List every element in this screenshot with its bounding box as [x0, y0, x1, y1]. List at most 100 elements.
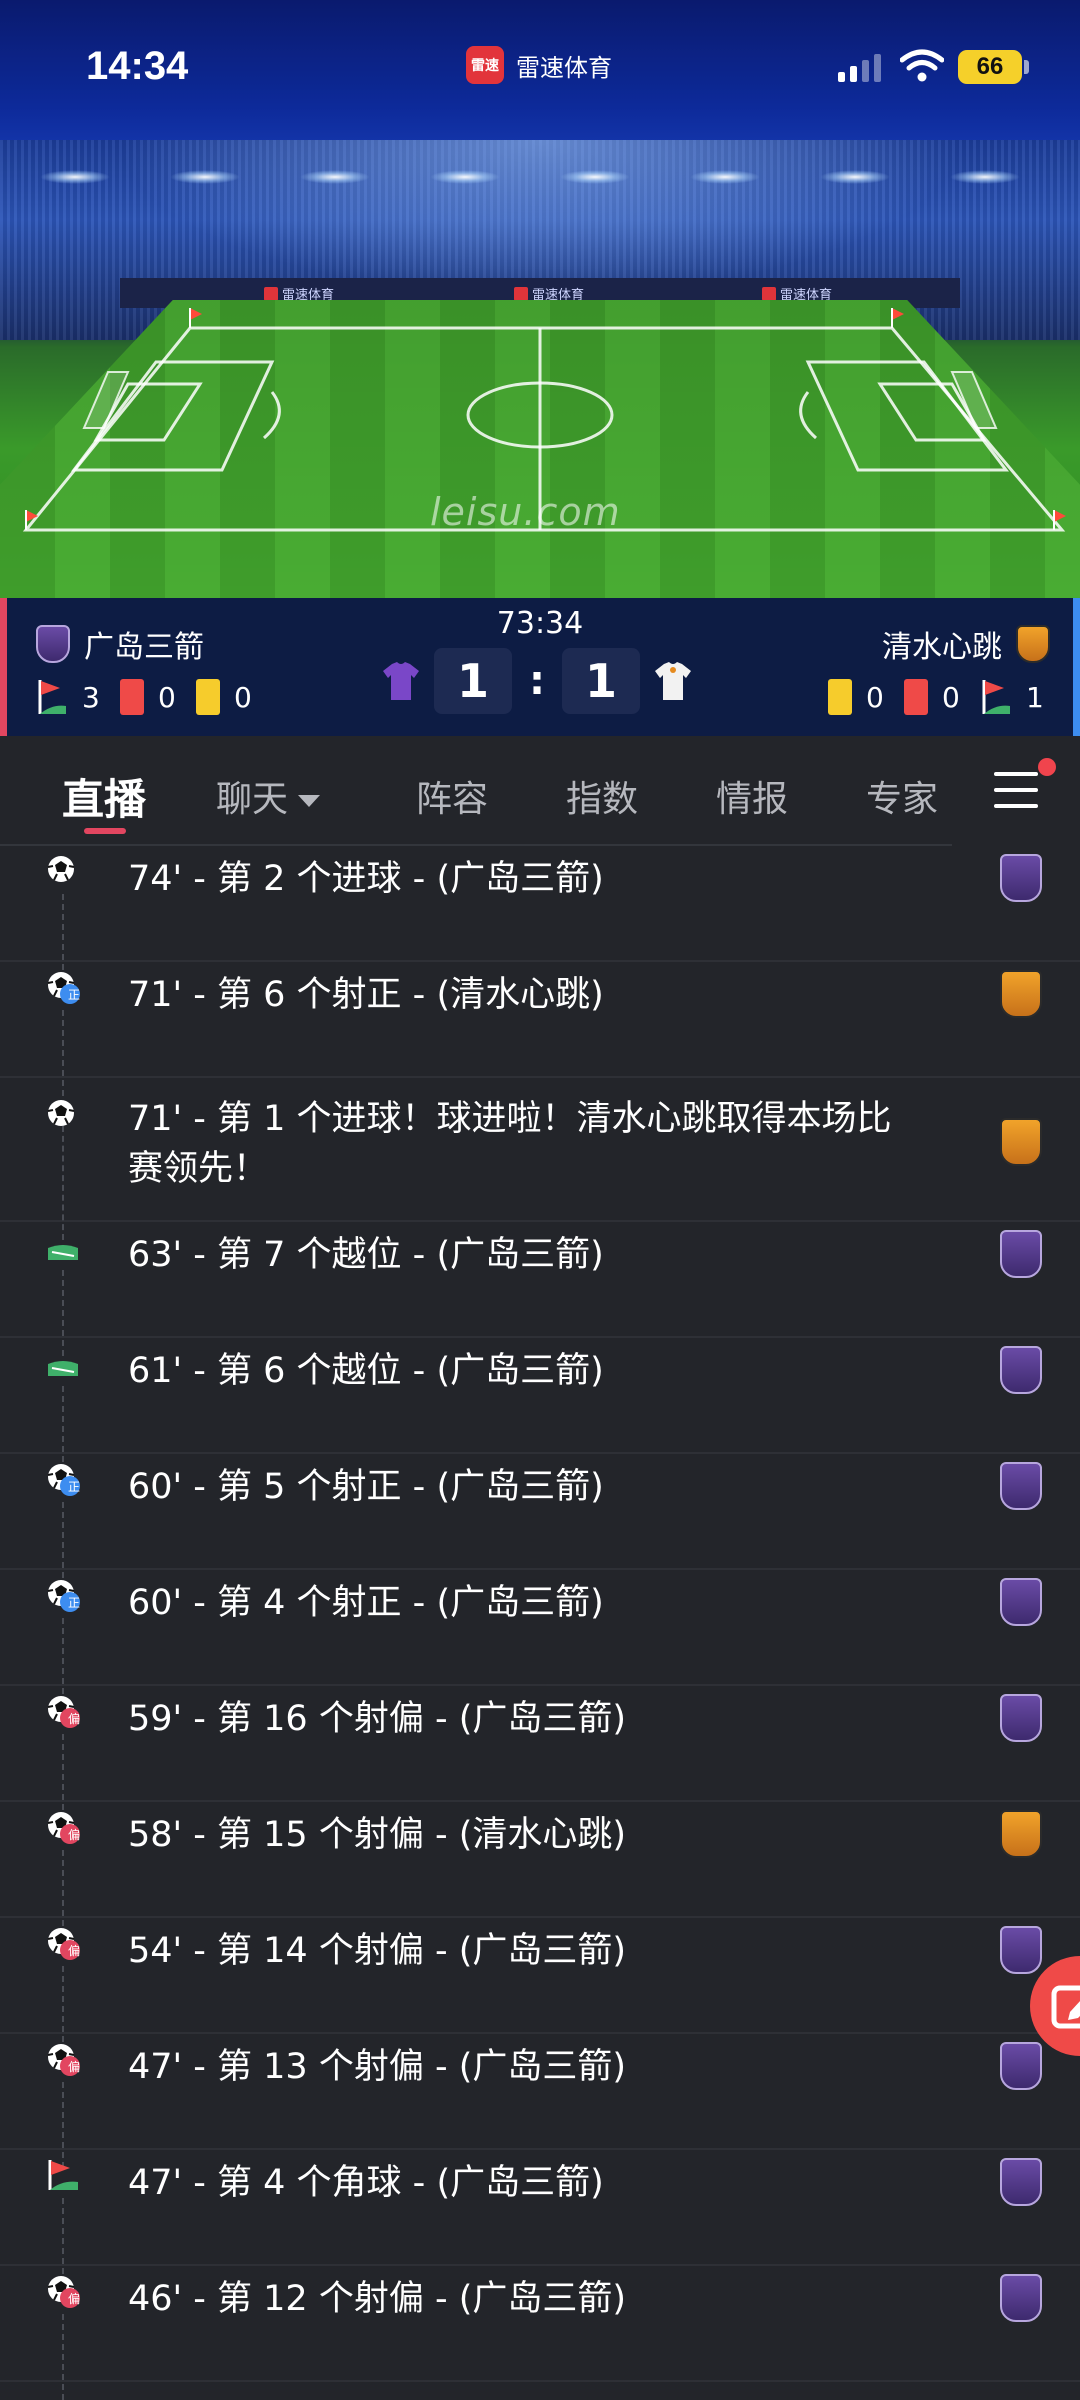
tab-intel[interactable]: 情报 [716, 770, 788, 822]
pencil-icon [1051, 1985, 1080, 2029]
event-text: 58' - 第 15 个射偏 - (清水心跳) [128, 1815, 627, 1855]
event-text: 59' - 第 16 个射偏 - (广岛三箭) [128, 1699, 627, 1739]
home-crest-icon [1000, 1694, 1042, 1742]
event-text: 47' - 第 4 个角球 - (广岛三箭) [128, 2163, 604, 2203]
event-row[interactable]: 正 71' - 第 6 个射正 - (清水心跳) [0, 962, 1080, 1096]
away-yellow-cards: 0 [866, 680, 884, 714]
away-team[interactable]: 清水心跳 [882, 622, 1050, 666]
yellow-card-icon [828, 679, 852, 715]
event-text: 46' - 第 12 个射偏 - (广岛三箭) [128, 2279, 627, 2319]
home-crest-icon [36, 625, 70, 663]
yellow-card-icon [196, 679, 220, 715]
event-badge: 偏 [67, 1944, 80, 1958]
event-badge: 偏 [67, 2292, 80, 2306]
event-row[interactable]: 61' - 第 6 个越位 - (广岛三箭) [0, 1338, 1080, 1472]
event-row[interactable]: 偏 59' - 第 16 个射偏 - (广岛三箭) [0, 1686, 1080, 1820]
event-text: 47' - 第 13 个射偏 - (广岛三箭) [128, 2047, 627, 2087]
event-text: 54' - 第 14 个射偏 - (广岛三箭) [128, 1931, 627, 1971]
event-row[interactable]: 47' - 第 4 个角球 - (广岛三箭) [0, 2150, 1080, 2284]
battery-icon: 66 [958, 50, 1022, 84]
away-stats: 0 0 1 [828, 678, 1050, 716]
app-name: 雷速体育 [516, 53, 612, 82]
event-text: 71' - 第 6 个射正 - (清水心跳) [128, 975, 604, 1015]
away-crest-icon [1000, 1118, 1042, 1166]
offside-icon [48, 1361, 78, 1376]
home-crest-icon [1000, 1578, 1042, 1626]
tab-lineup[interactable]: 阵容 [416, 770, 488, 822]
football-icon [47, 856, 75, 882]
notification-dot [1038, 758, 1056, 776]
tab-chat[interactable]: 聊天 [216, 770, 321, 822]
away-crest-icon [1016, 625, 1050, 663]
red-card-icon [120, 679, 144, 715]
home-crest-icon [1000, 2042, 1042, 2090]
pitch-lines [22, 308, 1066, 532]
event-badge: 偏 [67, 2060, 80, 2074]
event-row[interactable]: 71' - 第 1 个进球！球进啦！清水心跳取得本场比 赛领先！ [0, 1078, 1080, 1240]
app-logo: 雷速 [466, 46, 504, 84]
event-badge: 正 [67, 1480, 80, 1494]
home-red-cards: 0 [158, 680, 176, 714]
wifi-icon [900, 49, 944, 82]
away-crest-icon [1000, 1810, 1042, 1858]
event-text: 61' - 第 6 个越位 - (广岛三箭) [128, 1351, 604, 1391]
event-row[interactable]: 偏 54' - 第 14 个射偏 - (广岛三箭) [0, 1918, 1080, 2052]
away-crest-icon [1000, 970, 1042, 1018]
home-stats: 3 0 0 [36, 678, 258, 716]
status-time: 14:34 [86, 44, 189, 88]
score-separator: : [529, 658, 545, 704]
away-red-cards: 0 [942, 680, 960, 714]
active-tab-indicator [84, 828, 126, 834]
corner-flag-icon [38, 680, 66, 714]
event-text: 74' - 第 2 个进球 - (广岛三箭) [128, 859, 604, 899]
home-yellow-cards: 0 [234, 680, 252, 714]
home-crest-icon [1000, 1926, 1042, 1974]
tab-live[interactable]: 直播 [62, 766, 146, 827]
watermark: leisu.com [430, 490, 621, 534]
corner-flag-icon [982, 680, 1010, 714]
corner-flag-icon [48, 2160, 78, 2190]
home-kit-icon [383, 662, 419, 700]
chevron-down-icon [298, 795, 321, 807]
home-crest-icon [1000, 2158, 1042, 2206]
tab-bar: 直播 聊天 阵容 指数 情报 专家 [0, 736, 1080, 846]
event-badge: 正 [67, 1596, 80, 1610]
event-row[interactable]: 74' - 第 2 个进球 - (广岛三箭) [0, 846, 1080, 980]
home-corners: 3 [82, 680, 100, 714]
home-score: 1 [434, 648, 512, 714]
away-score: 1 [562, 648, 640, 714]
home-crest-icon [1000, 1346, 1042, 1394]
home-team-name: 广岛三箭 [84, 630, 204, 665]
tab-odds[interactable]: 指数 [566, 770, 638, 822]
away-team-name: 清水心跳 [882, 630, 1002, 665]
event-row[interactable]: 偏 47' - 第 13 个射偏 - (广岛三箭) [0, 2034, 1080, 2168]
event-row[interactable]: 偏 58' - 第 15 个射偏 - (清水心跳) [0, 1802, 1080, 1936]
event-text: 60' - 第 4 个射正 - (广岛三箭) [128, 1583, 604, 1623]
home-team[interactable]: 广岛三箭 [36, 622, 204, 666]
event-badge: 正 [67, 988, 80, 1002]
timeline-connector [62, 2314, 64, 2400]
status-bar: 14:34 雷速 雷速体育 66 [0, 0, 1080, 130]
event-row[interactable]: 正 60' - 第 5 个射正 - (广岛三箭) [0, 1454, 1080, 1588]
stadium-lights [0, 150, 1080, 210]
away-kit-icon [655, 662, 691, 700]
event-text: 71' - 第 1 个进球！球进啦！清水心跳取得本场比 赛领先！ [128, 1099, 892, 1189]
home-crest-icon [1000, 1230, 1042, 1278]
football-icon [47, 1100, 75, 1126]
event-badge: 偏 [67, 1828, 80, 1842]
event-badge: 偏 [67, 1712, 80, 1726]
score-bar: 73:34 广岛三箭 3 0 0 1 : 1 清水心跳 0 0 1 [0, 598, 1080, 736]
home-crest-icon [1000, 2274, 1042, 2322]
offside-icon [48, 1245, 78, 1260]
red-card-icon [904, 679, 928, 715]
event-row[interactable]: 63' - 第 7 个越位 - (广岛三箭) [0, 1222, 1080, 1356]
event-row[interactable]: 偏 46' - 第 12 个射偏 - (广岛三箭) [0, 2266, 1080, 2400]
battery-level: 66 [976, 53, 1004, 80]
away-corners: 1 [1026, 680, 1044, 714]
event-row[interactable]: 正 60' - 第 4 个射正 - (广岛三箭) [0, 1570, 1080, 1704]
app-indicator[interactable]: 雷速 雷速体育 [466, 46, 612, 84]
signal-icon [838, 52, 881, 82]
tab-experts[interactable]: 专家 [866, 770, 938, 822]
event-text: 60' - 第 5 个射正 - (广岛三箭) [128, 1467, 604, 1507]
menu-icon[interactable] [994, 772, 1038, 808]
